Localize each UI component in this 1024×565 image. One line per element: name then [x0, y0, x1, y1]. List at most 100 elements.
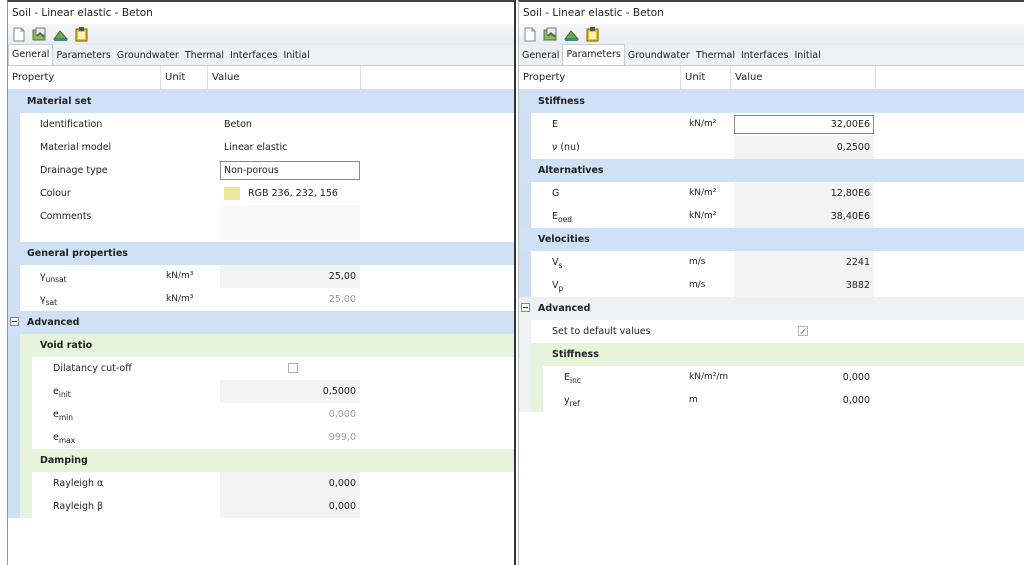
- category-advanced[interactable]: Advanced: [8, 311, 514, 334]
- soil-icon[interactable]: [52, 26, 69, 43]
- e-row: E kN/m² 32,00E6: [519, 113, 1024, 136]
- tab-general[interactable]: General: [8, 44, 54, 65]
- new-icon[interactable]: [521, 26, 538, 43]
- comments-row: Comments: [8, 205, 514, 242]
- category-alternatives[interactable]: Alternatives: [519, 159, 1024, 182]
- category-label: General properties: [27, 248, 128, 259]
- yref-label: yref: [564, 395, 580, 408]
- category-label: Material set: [27, 96, 92, 107]
- e-min-label: emin: [53, 409, 74, 422]
- header-unit: Unit: [161, 66, 208, 89]
- soil-icon[interactable]: [563, 26, 580, 43]
- yref-value[interactable]: 0,000: [734, 389, 870, 412]
- dilatancy-label: Dilatancy cut-off: [53, 363, 132, 374]
- vs-unit: m/s: [689, 257, 706, 267]
- eoed-label: Eoed: [552, 211, 572, 224]
- category-velocities[interactable]: Velocities: [519, 228, 1024, 251]
- identification-value[interactable]: Beton: [224, 113, 252, 136]
- colour-row: Colour RGB 236, 232, 156: [8, 182, 514, 205]
- property-grid-header: Property Unit Value: [8, 66, 514, 90]
- new-icon[interactable]: [10, 26, 27, 43]
- rayleigh-beta-row: Rayleigh β 0,000: [8, 495, 514, 518]
- e-init-label: einit: [53, 386, 71, 399]
- e-value: 32,00E6: [830, 119, 870, 130]
- category-stiffness[interactable]: Stiffness: [519, 90, 1024, 113]
- collapse-icon[interactable]: [10, 317, 19, 326]
- comments-field[interactable]: [220, 205, 360, 240]
- g-value: 12,80E6: [830, 188, 870, 199]
- drainage-type-value: Non-porous: [224, 165, 279, 176]
- tab-thermal[interactable]: Thermal: [182, 47, 227, 65]
- tab-thermal[interactable]: Thermal: [693, 47, 738, 65]
- eoed-unit: kN/m²: [689, 211, 717, 221]
- gamma-unsat-row: γunsat kN/m³ 25,00: [8, 265, 514, 288]
- einc-value[interactable]: 0,000: [734, 366, 870, 389]
- einc-unit: kN/m²/m: [689, 372, 729, 382]
- header-property: Property: [8, 66, 161, 89]
- tab-interfaces[interactable]: Interfaces: [738, 47, 791, 65]
- drainage-type-row: Drainage type Non-porous: [8, 159, 514, 182]
- header-value: Value: [731, 66, 876, 89]
- category-general-properties[interactable]: General properties: [8, 242, 514, 265]
- colour-swatch[interactable]: [224, 187, 240, 200]
- default-values-checkbox[interactable]: [798, 321, 808, 344]
- clipboard-icon[interactable]: [584, 26, 601, 43]
- rayleigh-beta-label: Rayleigh β: [53, 501, 104, 512]
- eoed-value: 38,40E6: [830, 211, 870, 222]
- e-label: E: [552, 119, 559, 130]
- g-row: G kN/m² 12,80E6: [519, 182, 1024, 205]
- open-icon[interactable]: [542, 26, 559, 43]
- material-model-value[interactable]: Linear elastic: [224, 136, 287, 159]
- property-grid: Stiffness E kN/m² 32,00E6 ν (nu) 0,2500 …: [519, 90, 1024, 412]
- tab-bar: General Parameters Groundwater Thermal I…: [8, 44, 514, 66]
- vp-label: Vp: [552, 280, 564, 293]
- category-label: Advanced: [538, 303, 591, 314]
- category-label: Alternatives: [538, 165, 604, 176]
- tab-general[interactable]: General: [519, 47, 562, 65]
- tab-groundwater[interactable]: Groundwater: [114, 47, 182, 65]
- property-grid: Material set Identification Beton Materi…: [8, 90, 514, 518]
- category-label: Velocities: [538, 234, 590, 245]
- nu-row: ν (nu) 0,2500: [519, 136, 1024, 159]
- right-material-window: Soil - Linear elastic - Beton General Pa…: [518, 0, 1024, 565]
- gamma-sat-unit: kN/m³: [166, 294, 194, 304]
- e-min-row: emin 0,000: [8, 403, 514, 426]
- subcategory-damping[interactable]: Damping: [8, 449, 514, 472]
- tab-parameters[interactable]: Parameters: [562, 44, 625, 65]
- rayleigh-alpha-row: Rayleigh α 0,000: [8, 472, 514, 495]
- clipboard-icon[interactable]: [73, 26, 90, 43]
- subcategory-label: Damping: [40, 455, 88, 466]
- einc-row: Einc kN/m²/m 0,000: [519, 366, 1024, 389]
- category-material-set[interactable]: Material set: [8, 90, 514, 113]
- gamma-sat-value: 25,00: [328, 294, 356, 305]
- material-model-label: Material model: [40, 142, 112, 153]
- category-label: Advanced: [27, 317, 80, 328]
- tab-groundwater[interactable]: Groundwater: [625, 47, 693, 65]
- tab-initial[interactable]: Initial: [791, 47, 823, 65]
- subcategory-void-ratio[interactable]: Void ratio: [8, 334, 514, 357]
- category-advanced[interactable]: Advanced: [519, 297, 1024, 320]
- default-values-row: Set to default values: [519, 320, 1024, 344]
- tab-parameters[interactable]: Parameters: [53, 47, 113, 65]
- dilatancy-row: Dilatancy cut-off: [8, 357, 514, 380]
- toolbar: [8, 24, 514, 45]
- eoed-row: Eoed kN/m² 38,40E6: [519, 205, 1024, 228]
- vs-value: 2241: [845, 257, 870, 268]
- e-init-value: 0,5000: [322, 386, 356, 397]
- dilatancy-checkbox[interactable]: [288, 363, 298, 373]
- colour-label: Colour: [40, 188, 71, 199]
- e-unit: kN/m²: [689, 119, 717, 129]
- tab-initial[interactable]: Initial: [280, 47, 312, 65]
- subcategory-stiffness[interactable]: Stiffness: [519, 343, 1024, 366]
- collapse-icon[interactable]: [521, 303, 530, 312]
- rayleigh-alpha-value: 0,000: [328, 478, 356, 489]
- tab-interfaces[interactable]: Interfaces: [227, 47, 280, 65]
- nu-value: 0,2500: [836, 142, 870, 153]
- gamma-sat-row: γsat kN/m³ 25,00: [8, 288, 514, 311]
- vp-value: 3882: [845, 280, 870, 291]
- gamma-unsat-value: 25,00: [328, 271, 356, 282]
- window-title: Soil - Linear elastic - Beton: [519, 2, 1024, 24]
- open-icon[interactable]: [31, 26, 48, 43]
- colour-value[interactable]: RGB 236, 232, 156: [248, 182, 338, 205]
- yref-unit: m: [689, 395, 698, 405]
